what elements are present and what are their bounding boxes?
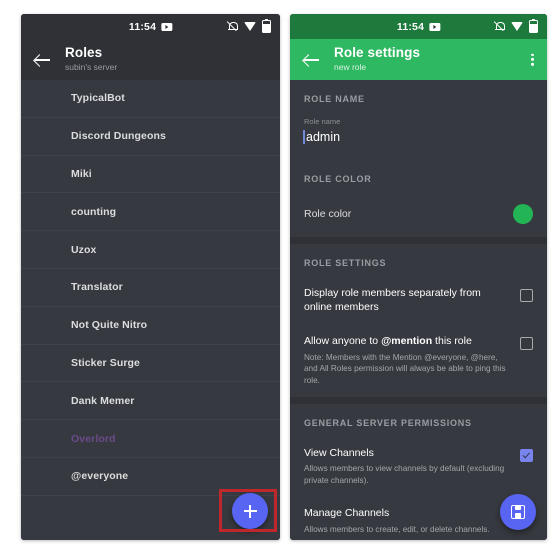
role-list-item[interactable]: Discord Dungeons bbox=[21, 118, 280, 156]
role-color-swatch[interactable] bbox=[513, 204, 533, 224]
role-name-input[interactable]: admin bbox=[303, 130, 340, 144]
role-list-item[interactable]: counting bbox=[21, 193, 280, 232]
role-name: counting bbox=[71, 205, 117, 218]
role-list-item[interactable]: Overlord bbox=[21, 420, 280, 458]
permission-note: Note: Members with the Mention @everyone… bbox=[304, 352, 506, 385]
role-name-field[interactable]: Role name admin bbox=[290, 113, 547, 160]
section-divider bbox=[290, 396, 547, 404]
role-settings-title-group: Role settings new role bbox=[334, 45, 421, 73]
bell-muted-icon bbox=[493, 21, 505, 32]
page-title: Role settings bbox=[334, 45, 421, 61]
back-arrow-icon[interactable] bbox=[33, 50, 53, 70]
role-color-label: Role color bbox=[304, 208, 352, 220]
roles-app-bar: Roles subin's server bbox=[21, 39, 280, 80]
role-list-item[interactable]: Sticker Surge bbox=[21, 345, 280, 383]
permission-checkbox[interactable] bbox=[520, 336, 533, 350]
role-name: Not Quite Nitro bbox=[71, 319, 148, 332]
role-settings-scroll[interactable]: ROLE NAME Role name admin ROLE COLOR Role co… bbox=[290, 80, 547, 540]
permission-note: Allows members to view channels by defau… bbox=[304, 464, 505, 485]
status-clock: 11:54 bbox=[396, 20, 425, 33]
role-color-section-header: ROLE COLOR bbox=[304, 174, 372, 184]
right-status-bar: 11:54 bbox=[290, 14, 547, 39]
add-role-fab[interactable] bbox=[232, 493, 268, 529]
role-color-row[interactable]: Role color bbox=[290, 193, 547, 237]
back-arrow-icon[interactable] bbox=[302, 50, 322, 70]
permission-checkbox[interactable] bbox=[520, 448, 533, 462]
role-name: Sticker Surge bbox=[71, 356, 140, 369]
role-list-item[interactable]: Uzox bbox=[21, 231, 280, 269]
permission-text: Allow anyone to @mention this role Note: … bbox=[304, 335, 510, 387]
right-phone-screenshot: 11:54 Role settings new role ROLE NAME Ro… bbox=[290, 14, 547, 540]
permission-row[interactable]: View Channels Allows members to view chan… bbox=[290, 437, 547, 497]
roles-title-group: Roles subin's server bbox=[65, 45, 118, 73]
role-name: Dank Memer bbox=[71, 394, 135, 407]
role-list-item[interactable]: Miki bbox=[21, 156, 280, 194]
video-icon bbox=[429, 22, 441, 31]
status-clock: 11:54 bbox=[128, 20, 157, 33]
save-role-fab[interactable] bbox=[500, 494, 536, 530]
general-permissions-section-header: GENERAL SERVER PERMISSIONS bbox=[304, 417, 472, 428]
role-name: Overlord bbox=[71, 432, 116, 445]
more-vertical-icon[interactable] bbox=[531, 53, 534, 66]
permission-text: View Channels Allows members to view chan… bbox=[304, 447, 510, 487]
role-setting-row[interactable]: Display role members separately from onl… bbox=[290, 277, 547, 325]
permission-title: Display role members separately from onl… bbox=[304, 287, 481, 313]
role-list-item[interactable]: TypicalBot bbox=[21, 80, 280, 118]
role-list-item[interactable]: Translator bbox=[21, 269, 280, 307]
screenshot-canvas: 11:54 Roles subin's server TypicalBot Dis… bbox=[0, 0, 560, 560]
role-setting-row[interactable]: Allow anyone to @mention this role Note: … bbox=[290, 325, 547, 397]
battery-icon bbox=[529, 18, 538, 33]
section-divider bbox=[290, 237, 547, 244]
page-title: Roles bbox=[65, 45, 103, 61]
save-floppy-icon bbox=[511, 505, 525, 519]
battery-icon bbox=[262, 18, 271, 33]
role-name: Uzox bbox=[71, 243, 97, 256]
role-list-item[interactable]: Not Quite Nitro bbox=[21, 307, 280, 345]
role-name: Discord Dungeons bbox=[71, 130, 166, 143]
role-name-section-header: ROLE NAME bbox=[304, 94, 365, 104]
left-phone-screenshot: 11:54 Roles subin's server TypicalBot Dis… bbox=[21, 14, 280, 540]
video-icon bbox=[161, 22, 173, 31]
page-subtitle: new role bbox=[334, 62, 367, 73]
permission-text: Manage Channels Allows members to create,… bbox=[304, 507, 510, 536]
roles-list[interactable]: TypicalBot Discord Dungeons Miki counting Uz… bbox=[21, 80, 280, 540]
permission-note: Allows members to create, edit, or delet… bbox=[304, 524, 490, 534]
role-settings-app-bar: Role settings new role bbox=[290, 39, 547, 80]
permission-title: Allow anyone to @mention this role bbox=[304, 334, 472, 347]
permission-title: View Channels bbox=[304, 446, 374, 459]
role-name: Translator bbox=[71, 281, 123, 294]
role-name: TypicalBot bbox=[71, 92, 125, 105]
plus-icon bbox=[243, 504, 257, 518]
role-list-item[interactable]: Dank Memer bbox=[21, 382, 280, 421]
permission-title: Manage Channels bbox=[304, 506, 390, 519]
status-indicators bbox=[226, 18, 271, 33]
wifi-icon bbox=[511, 22, 523, 31]
bell-muted-icon bbox=[226, 21, 238, 32]
text-caret bbox=[303, 130, 305, 144]
left-status-bar: 11:54 bbox=[21, 14, 280, 39]
role-list-item[interactable]: @everyone bbox=[21, 458, 280, 496]
permission-checkbox[interactable] bbox=[520, 289, 533, 302]
role-settings-section-header: ROLE SETTINGS bbox=[304, 258, 387, 268]
role-name: Miki bbox=[71, 167, 92, 180]
role-name: @everyone bbox=[71, 470, 129, 483]
role-name-label: Role name bbox=[304, 117, 341, 126]
status-time-group: 11:54 bbox=[396, 20, 441, 33]
status-indicators bbox=[493, 18, 538, 33]
page-subtitle: subin's server bbox=[65, 62, 118, 73]
status-time-group: 11:54 bbox=[128, 20, 173, 33]
wifi-icon bbox=[244, 22, 256, 31]
permission-text: Display role members separately from onl… bbox=[304, 287, 510, 315]
